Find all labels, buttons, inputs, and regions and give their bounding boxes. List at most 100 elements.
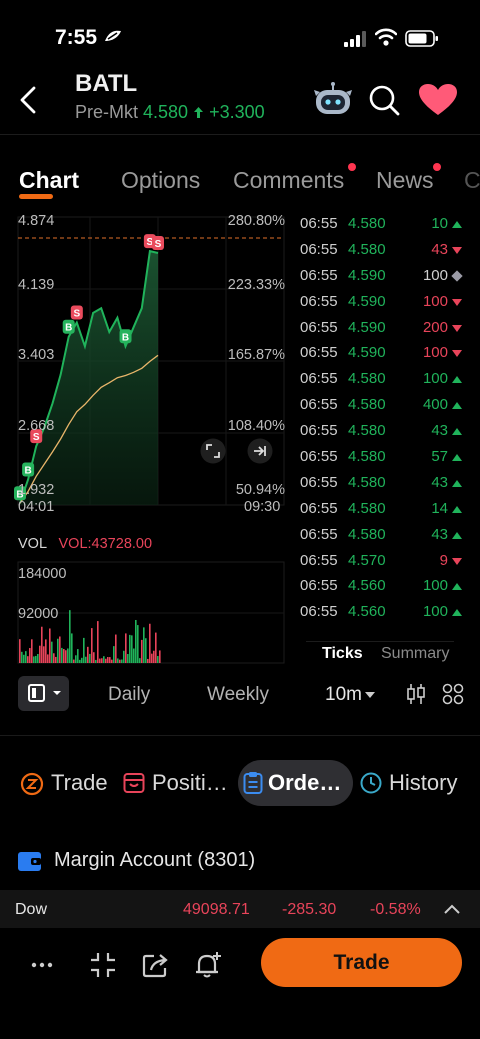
- volume-bar: [115, 634, 117, 663]
- price-axis-label: 3.403: [18, 347, 55, 363]
- tick-row: 06:55 4.580 43: [300, 241, 470, 267]
- tick-price: 4.580: [348, 422, 386, 440]
- trade-button[interactable]: Trade: [261, 938, 462, 987]
- volume-bar: [91, 628, 93, 663]
- time-axis-end: 09:30: [244, 499, 281, 515]
- tick-volume: 43: [431, 525, 448, 543]
- tick-time: 06:55: [300, 448, 338, 466]
- volume-bar: [151, 653, 153, 663]
- grid-menu-icon[interactable]: [442, 683, 464, 705]
- tick-time: 06:55: [300, 266, 338, 284]
- volume-bar: [49, 628, 51, 663]
- history-clock-icon: [360, 772, 382, 794]
- volume-bar: [121, 659, 123, 663]
- price-chart[interactable]: BSBBSBSS 4.874 4.139 3.403 2.668 1.932 2…: [0, 205, 290, 665]
- volume-bar: [113, 646, 115, 663]
- percent-axis-label: 280.80%: [227, 213, 285, 229]
- cellular-signal-icon: [344, 31, 366, 47]
- tick-time: 06:55: [300, 499, 338, 517]
- active-tab-indicator: [19, 194, 53, 199]
- share-icon[interactable]: [141, 950, 171, 980]
- up-triangle-icon: [452, 376, 462, 384]
- volume-bar: [41, 626, 43, 663]
- premarket-quote: Pre-Mkt 4.580 +3.300: [75, 102, 265, 123]
- volume-bar: [101, 658, 103, 663]
- tab-positions[interactable]: Positi…: [152, 770, 228, 796]
- down-triangle-icon: [452, 557, 462, 565]
- volume-bar: [147, 658, 149, 663]
- tab-ticks[interactable]: Ticks: [322, 645, 363, 663]
- sell-marker: S: [152, 235, 164, 250]
- volume-bar: [69, 610, 71, 663]
- more-icon[interactable]: [28, 950, 58, 980]
- tab-chart[interactable]: Chart: [19, 167, 79, 194]
- tab-orders[interactable]: Orde…: [268, 770, 341, 796]
- volume-bar: [137, 625, 139, 663]
- candlestick-icon[interactable]: [406, 683, 426, 705]
- volume-bar: [55, 656, 57, 663]
- tick-price: 4.580: [348, 396, 386, 414]
- fullscreen-icon[interactable]: [200, 438, 226, 464]
- favorite-heart-icon[interactable]: [418, 83, 458, 117]
- tab-summary[interactable]: Summary: [381, 645, 449, 663]
- period-interval[interactable]: 10m: [325, 684, 362, 706]
- volume-bar: [83, 637, 85, 663]
- up-triangle-icon: [452, 454, 462, 462]
- price-alert-bell-icon[interactable]: [193, 950, 223, 980]
- tick-price: 4.580: [348, 525, 386, 543]
- index-ticker-bar[interactable]: Dow 49098.71 -285.30 -0.58%: [0, 890, 480, 928]
- tab-overflow[interactable]: C: [464, 167, 480, 194]
- volume-bar: [93, 652, 95, 663]
- back-arrow-icon[interactable]: [14, 82, 44, 118]
- volume-bar: [77, 649, 79, 663]
- index-change-percent: -0.58%: [370, 901, 421, 918]
- positions-icon: [123, 773, 145, 793]
- period-daily[interactable]: Daily: [108, 684, 150, 706]
- volume-bar: [159, 650, 161, 663]
- down-triangle-icon: [452, 246, 462, 254]
- tick-volume: 57: [431, 448, 448, 466]
- tab-trade[interactable]: Trade: [51, 770, 108, 796]
- tick-volume: 400: [422, 396, 448, 414]
- chevron-up-icon[interactable]: [444, 904, 460, 914]
- volume-bar: [103, 656, 105, 663]
- volume-bar: [85, 656, 87, 663]
- chart-layout-button[interactable]: [18, 676, 69, 711]
- stock-header: BATL Pre-Mkt 4.580 +3.300: [0, 60, 480, 135]
- tick-price: 4.580: [348, 240, 386, 258]
- tab-history[interactable]: History: [389, 770, 457, 796]
- order-tabs: Trade Positi… Orde… History: [0, 758, 480, 810]
- tick-row: 06:55 4.580 43: [300, 474, 470, 500]
- tick-time: 06:55: [300, 344, 338, 362]
- index-change: -285.30: [282, 901, 337, 918]
- volume-bar: [155, 632, 157, 663]
- tick-row: 06:55 4.570 9: [300, 552, 470, 578]
- percent-axis-label: 50.94%: [235, 482, 285, 498]
- volume-bar: [111, 659, 113, 663]
- jump-to-latest-icon[interactable]: [247, 438, 273, 464]
- tick-time: 06:55: [300, 473, 338, 491]
- index-value: 49098.71: [183, 901, 250, 918]
- up-triangle-icon: [452, 583, 462, 591]
- volume-bar: [29, 648, 31, 663]
- volume-bar: [143, 627, 145, 663]
- tab-comments[interactable]: Comments: [233, 167, 344, 194]
- search-icon[interactable]: [368, 84, 400, 116]
- tab-options[interactable]: Options: [121, 167, 200, 194]
- neutral-diamond-icon: [451, 270, 463, 282]
- status-bar: 7:55: [0, 0, 480, 60]
- volume-bar: [65, 650, 67, 663]
- time-axis-start: 04:01: [18, 499, 55, 515]
- tick-time: 06:55: [300, 551, 338, 569]
- volume-bar: [123, 650, 125, 663]
- chart-period-bar: Daily Weekly 10m: [0, 670, 480, 720]
- svg-text:S: S: [155, 239, 162, 250]
- volume-bar: [33, 656, 35, 663]
- robot-assistant-icon[interactable]: [314, 82, 352, 118]
- compare-collapse-icon[interactable]: [88, 950, 118, 980]
- volume-label: VOL: [18, 536, 47, 552]
- tab-news[interactable]: News: [376, 167, 434, 194]
- tick-volume: 200: [422, 318, 448, 336]
- stock-tabs: Chart Options Comments News C: [0, 150, 480, 200]
- period-weekly[interactable]: Weekly: [207, 684, 269, 706]
